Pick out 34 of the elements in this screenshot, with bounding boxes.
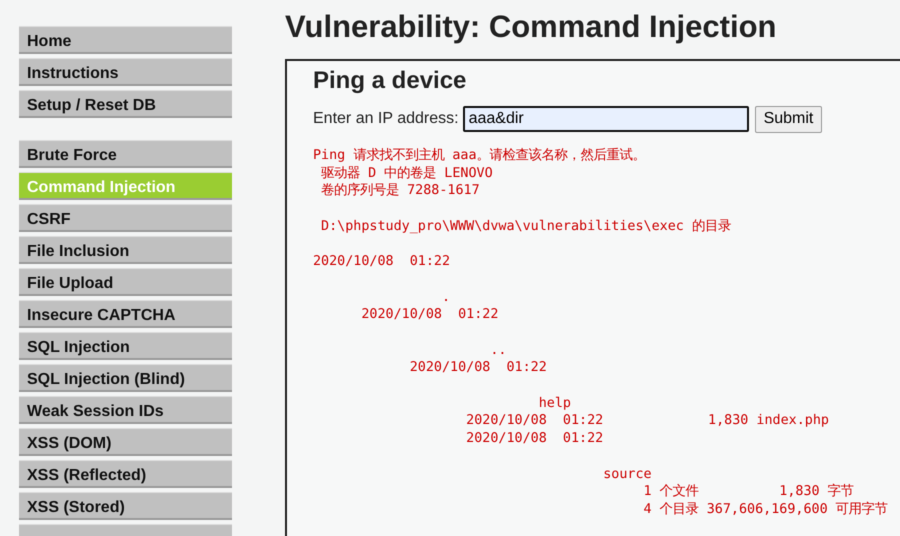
output-line: 1 个文件 1,830 字节 [642,483,854,501]
menu-item[interactable]: XSS (DOM) [19,428,232,456]
submit-button[interactable]: Submit [754,106,822,133]
menu-item[interactable]: File Inclusion [19,236,232,264]
menu-item[interactable]: Weak Session IDs [19,396,232,424]
output-line: 卷的序列号是 7288-1617 [320,182,480,200]
output-line: 4 个目录 367,606,169,600 可用字节 [642,500,888,519]
output-line: help [538,394,571,412]
section-heading: Ping a device [313,67,468,96]
field-label: Enter an IP address: [313,109,459,130]
output-line: 2020/10/08 01:22 1,830 index.php [465,412,829,430]
output-line: 2020/10/08 01:22 [313,253,450,271]
menu-item[interactable]: Instructions [19,58,232,86]
output-line: 2020/10/08 01:22 [408,359,547,378]
output-line: 驱动器 D 中的卷是 LENOVO [320,164,493,182]
menu-item[interactable]: Setup / Reset DB [19,90,232,118]
output-line: source [602,466,652,484]
menu-item[interactable]: XSS (Reflected) [19,460,232,488]
menu-item[interactable]: XSS (Stored) [19,492,232,520]
output-line: 2020/10/08 01:22 [360,306,498,324]
output-line: 2020/10/08 01:22 [465,430,604,448]
ip-address-field[interactable]: aaa&dir [462,106,749,132]
menu-item[interactable]: Insecure CAPTCHA [19,300,232,328]
output-line: Ping 请求找不到主机 aaa。请检查该名称，然后重试。 [313,146,646,165]
menu-item[interactable]: Brute Force [19,140,232,168]
output-line: D:\phpstudy_pro\WWW\dvwa\vulnerabilities\exec 的目录 [320,218,731,236]
menu-item[interactable]: Home [19,26,232,54]
menu-item[interactable]: SQL Injection [19,332,232,360]
output-line: .. [489,342,506,360]
menu-item[interactable]: CSRF [19,204,232,232]
menu-item[interactable]: SQL Injection (Blind) [19,364,232,392]
output-line: . [440,288,450,306]
menu-item[interactable]: File Upload [19,268,232,296]
page-title: Vulnerability: Command Injection [285,8,778,46]
